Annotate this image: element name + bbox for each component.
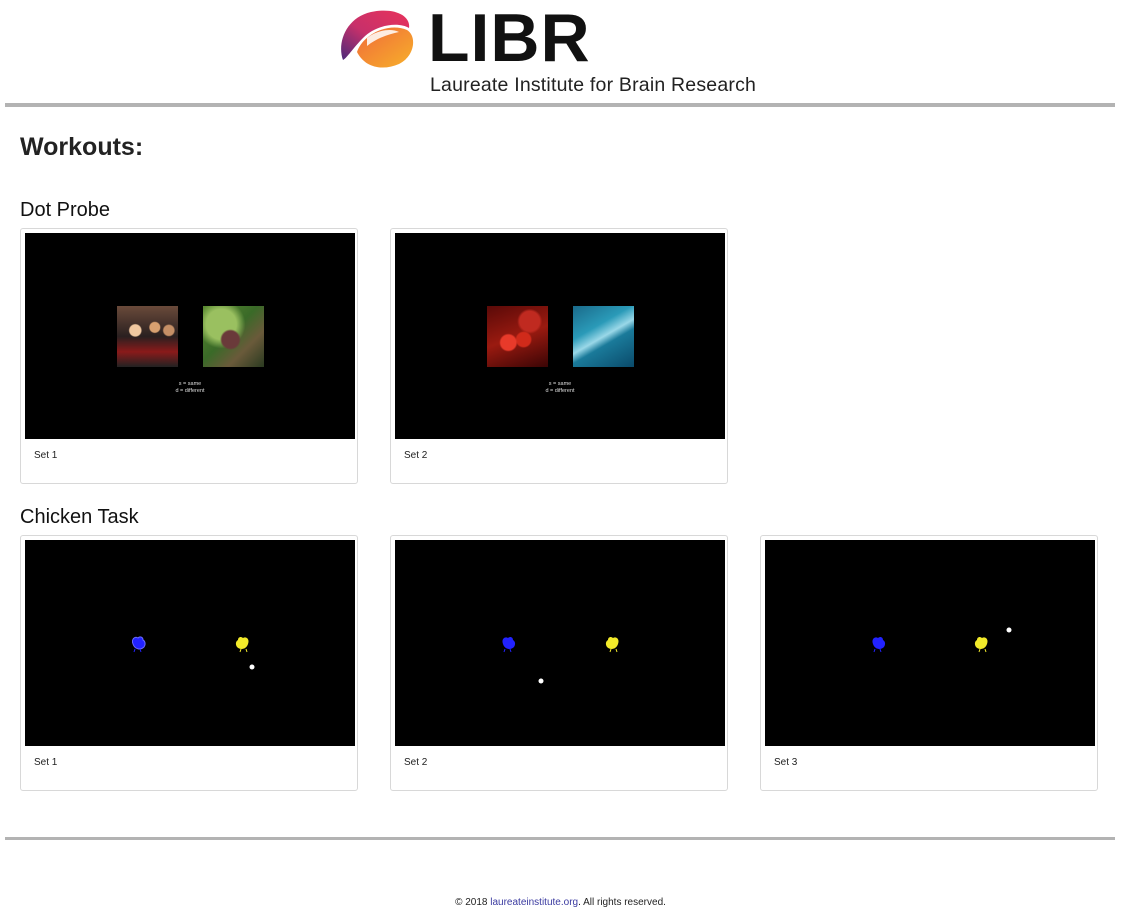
site-footer: © 2018 laureateinstitute.org. All rights… <box>0 897 1121 908</box>
logo-subtitle: Laureate Institute for Brain Research <box>430 74 757 96</box>
water-image-icon <box>573 306 634 367</box>
blue-chicken-icon <box>502 636 516 653</box>
libr-logo-icon <box>341 10 414 68</box>
yellow-chicken-icon <box>974 636 988 653</box>
chicken-scene <box>872 627 1012 653</box>
yellow-chicken-icon <box>605 636 619 653</box>
chicken-scene <box>132 636 255 670</box>
copyright-prefix: © 2018 <box>455 897 491 908</box>
workout-thumbnail[interactable] <box>765 540 1095 746</box>
card-label: Set 1 <box>34 757 58 768</box>
section-title-dot-probe: Dot Probe <box>20 199 111 221</box>
key-line-different: d = different <box>175 388 205 394</box>
workout-card-chicken-set-1[interactable]: Set 1 <box>20 535 358 791</box>
workout-card-dot-probe-set-2[interactable]: s = same d = different Set 2 <box>390 228 728 484</box>
copyright-suffix: . All rights reserved. <box>578 897 666 908</box>
workout-thumbnail[interactable]: s = same d = different <box>395 233 725 439</box>
footer-divider <box>5 837 1115 840</box>
card-label: Set 3 <box>774 757 798 768</box>
page-title: Workouts: <box>20 133 144 161</box>
workout-thumbnail[interactable] <box>25 540 355 746</box>
workout-thumbnail[interactable]: s = same d = different <box>25 233 355 439</box>
header-divider <box>5 103 1115 107</box>
workout-card-chicken-set-3[interactable]: Set 3 <box>760 535 1098 791</box>
logo-wordmark: LIBR <box>428 0 591 76</box>
workout-card-chicken-set-2[interactable]: Set 2 <box>390 535 728 791</box>
footer-site-link[interactable]: laureateinstitute.org <box>490 897 578 908</box>
workout-thumbnail[interactable] <box>395 540 725 746</box>
chicken-scene <box>502 636 619 684</box>
key-line-different: d = different <box>545 388 575 394</box>
dot-probe-marker <box>249 664 255 670</box>
food-image-icon <box>487 306 548 367</box>
dot-probe-marker <box>538 678 544 684</box>
key-line-same: s = same <box>548 381 572 387</box>
blue-chicken-icon <box>132 636 146 653</box>
card-label: Set 1 <box>34 450 58 461</box>
card-label: Set 2 <box>404 450 428 461</box>
card-label: Set 2 <box>404 757 428 768</box>
dot-probe-marker <box>1006 627 1012 633</box>
nature-image-icon <box>203 306 264 367</box>
face-image-icon <box>117 306 178 367</box>
workout-card-dot-probe-set-1[interactable]: s = same d = different Set 1 <box>20 228 358 484</box>
yellow-chicken-icon <box>235 636 249 653</box>
key-line-same: s = same <box>178 381 202 387</box>
blue-chicken-icon <box>872 636 886 653</box>
section-title-chicken-task: Chicken Task <box>20 506 139 528</box>
site-header: LIBR Laureate Institute for Brain Resear… <box>0 0 1121 104</box>
